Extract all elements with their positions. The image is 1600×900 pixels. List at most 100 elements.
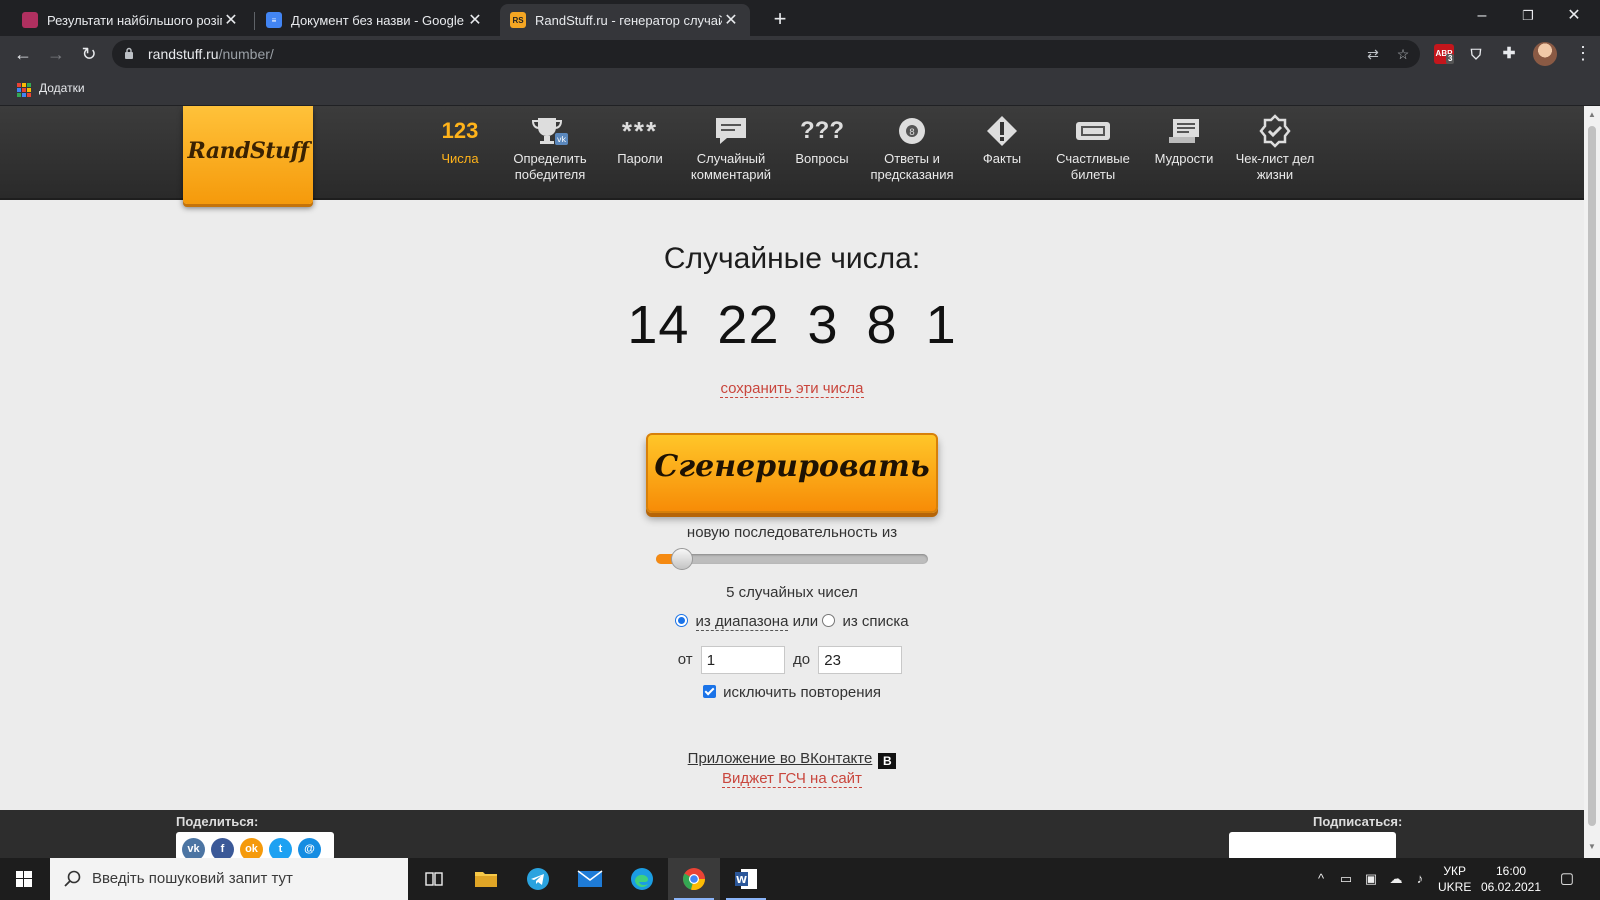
svg-text:vk: vk (557, 135, 567, 144)
nav-label: Определить победителя (513, 151, 587, 182)
reload-button[interactable]: ↻ (76, 41, 102, 67)
tab-title: Документ без назви - Google Документи (291, 12, 466, 28)
mode-selector: из диапазона или из списка (0, 613, 1584, 631)
exclude-repeats-label[interactable]: исключить повторения (723, 684, 881, 701)
numbers-icon: 123 (414, 114, 506, 148)
scrollbar-thumb[interactable] (1588, 126, 1596, 826)
battery-icon[interactable]: ▭ (1337, 870, 1355, 888)
windows-start-button[interactable] (0, 858, 48, 900)
randstuff-favicon-icon: RS (510, 12, 526, 28)
generated-number: 3 (807, 295, 839, 355)
apps-bookmark-label[interactable]: Додатки (39, 81, 85, 95)
facebook-share-icon[interactable]: f (211, 838, 234, 858)
tab-close-icon[interactable]: ✕ (722, 10, 740, 30)
tab-close-icon[interactable]: ✕ (466, 10, 484, 30)
back-button[interactable]: ← (10, 41, 36, 67)
nav-item-questions[interactable]: ??? Вопросы (776, 114, 868, 167)
twitter-share-icon[interactable]: t (269, 838, 292, 858)
bookmark-star-icon[interactable]: ☆ (1394, 46, 1412, 62)
from-input[interactable] (700, 646, 785, 674)
generated-numbers: 14 22 3 8 1 (0, 294, 1584, 356)
vk-app-link[interactable]: Приложение во ВКонтакте (688, 750, 873, 767)
site-logo[interactable]: RandStuff (183, 106, 313, 204)
nav-item-facts[interactable]: Факты (956, 114, 1048, 167)
notifications-icon[interactable]: ▢ (1558, 870, 1576, 888)
word-icon[interactable]: W (720, 858, 772, 900)
exclude-repeats-row: исключить повторения (0, 684, 1584, 701)
bookmarks-bar: Додатки (0, 72, 1600, 106)
forward-button[interactable]: → (43, 41, 69, 67)
minimize-window-button[interactable]: – (1459, 0, 1505, 34)
subscribe-widget[interactable] (1229, 832, 1396, 858)
network-icon[interactable]: ▣ (1362, 870, 1380, 888)
adblock-extension-icon[interactable]: ABP 3 (1434, 44, 1455, 64)
range-radio[interactable] (675, 614, 689, 627)
widget-link-row: Виджет ГСЧ на сайт (0, 770, 1584, 788)
list-radio-label[interactable]: из списка (842, 613, 908, 630)
chrome-browser-icon[interactable] (668, 858, 720, 900)
tab-close-icon[interactable]: ✕ (222, 10, 240, 30)
sequence-label: новую последовательность из (686, 524, 898, 541)
url-path: /number/ (218, 46, 274, 62)
scroll-up-icon[interactable]: ▲ (1588, 110, 1596, 119)
taskbar-search[interactable]: Введіть пошуковий запит тут (50, 858, 408, 900)
file-explorer-icon[interactable] (460, 858, 512, 900)
restore-window-button[interactable]: ❐ (1505, 0, 1551, 34)
nav-item-comment[interactable]: Случайный комментарий (685, 114, 777, 183)
task-view-icon[interactable] (408, 858, 460, 900)
input-language-indicator[interactable]: УКР UKRE (1438, 863, 1471, 895)
address-bar[interactable]: randstuff.ru/number/ ⇄ ☆ (112, 40, 1420, 68)
subscribe-label: Подписаться: (1313, 814, 1403, 829)
browser-toolbar: ← → ↻ randstuff.ru/number/ ⇄ ☆ ABP 3 ⛉ ✚ … (0, 36, 1600, 72)
nav-label: Мудрости (1154, 151, 1214, 166)
mail-share-icon[interactable]: @ (298, 838, 321, 858)
count-slider[interactable] (656, 548, 928, 570)
nav-label: Пароли (617, 151, 663, 166)
nav-item-passwords[interactable]: *** Пароли (594, 114, 686, 167)
volume-icon[interactable]: ♪ (1411, 870, 1429, 888)
browser-menu-icon[interactable]: ⋮ (1574, 42, 1592, 64)
odnoklassniki-share-icon[interactable]: ok (240, 838, 263, 858)
onedrive-icon[interactable]: ☁ (1387, 870, 1405, 888)
page-scrollbar[interactable]: ▲ ▼ (1584, 106, 1600, 858)
browser-tab-google-docs[interactable]: ≡ Документ без назви - Google Документи … (256, 4, 494, 36)
browser-tab-results[interactable]: Результати найбільшого розіграшу ✕ (12, 4, 250, 36)
range-radio-label[interactable]: из диапазона (695, 613, 789, 631)
speech-bubble-icon (685, 114, 777, 148)
generate-button-label: Сгенерировать (654, 449, 930, 484)
vk-share-icon[interactable]: vk (182, 838, 205, 858)
questions-icon-text: ??? (800, 117, 844, 144)
language-code: УКР (1443, 864, 1466, 878)
nav-item-answers[interactable]: 8 Ответы и предсказания (866, 114, 958, 183)
generate-button[interactable]: Сгенерировать (646, 433, 938, 513)
save-numbers-link[interactable]: сохранить эти числа (720, 380, 864, 398)
taskbar-clock[interactable]: 16:00 06.02.2021 (1476, 863, 1546, 895)
nav-item-wisdom[interactable]: Мудрости (1138, 114, 1230, 167)
numbers-icon-text: 123 (441, 118, 479, 143)
new-tab-button[interactable]: + (766, 6, 794, 34)
count-slider-handle[interactable] (671, 548, 693, 570)
show-hidden-icons-icon[interactable]: ^ (1312, 870, 1330, 888)
nav-item-winner[interactable]: vk Определить победителя (504, 114, 596, 183)
apps-grid-icon[interactable] (17, 83, 31, 97)
translate-icon[interactable]: ⇄ (1364, 46, 1382, 62)
shield-extension-icon[interactable]: ⛉ (1466, 44, 1486, 64)
puzzle-extensions-icon[interactable]: ✚ (1499, 44, 1519, 64)
exclude-repeats-checkbox[interactable] (702, 685, 716, 698)
telegram-icon[interactable] (512, 858, 564, 900)
scroll-down-icon[interactable]: ▼ (1588, 842, 1596, 851)
browser-tab-randstuff[interactable]: RS RandStuff.ru - генератор случайных чи… (500, 4, 750, 36)
profile-avatar[interactable] (1533, 42, 1557, 66)
list-radio[interactable] (822, 614, 836, 627)
nav-item-numbers[interactable]: 123 Числа (414, 114, 506, 167)
count-label: 5 случайных чисел (726, 584, 858, 601)
to-input[interactable] (818, 646, 903, 674)
edge-browser-icon[interactable] (616, 858, 668, 900)
mail-app-icon[interactable] (564, 858, 616, 900)
widget-link[interactable]: Виджет ГСЧ на сайт (722, 770, 862, 788)
password-asterisks-icon: *** (594, 114, 686, 148)
close-window-button[interactable]: ✕ (1551, 0, 1597, 34)
nav-item-checklist[interactable]: Чек-лист дел жизни (1229, 114, 1321, 183)
password-icon-text: *** (621, 116, 659, 146)
nav-item-tickets[interactable]: Счастливые билеты (1047, 114, 1139, 183)
